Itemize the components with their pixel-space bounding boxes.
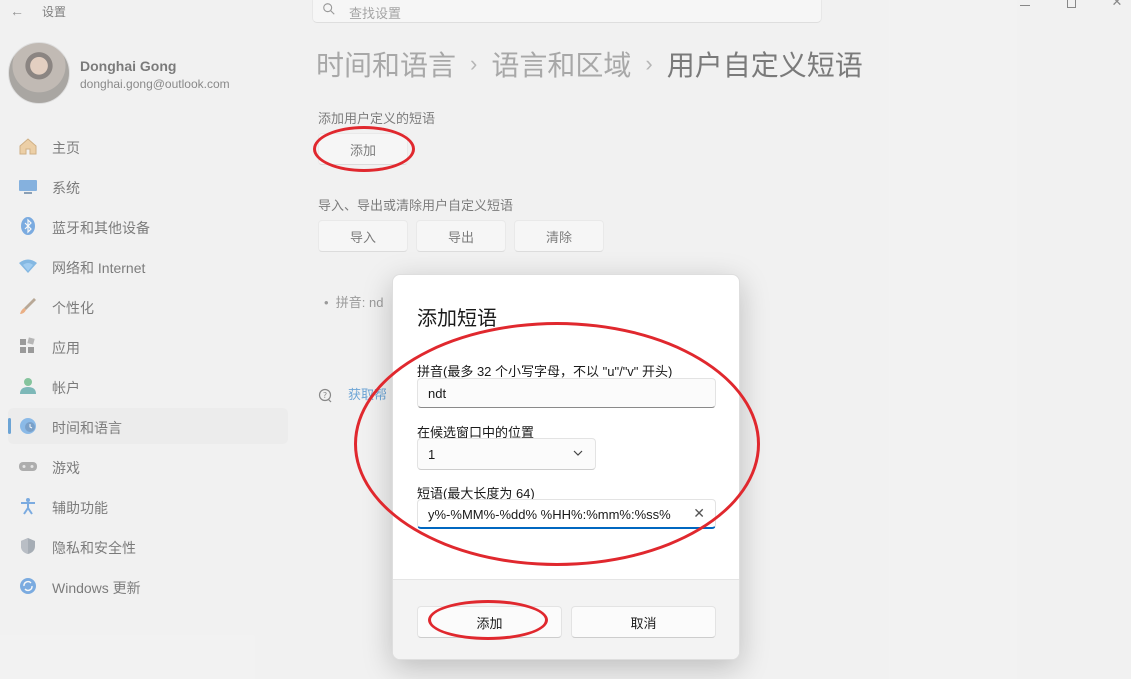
dialog-cancel-button[interactable]: 取消 bbox=[571, 606, 716, 638]
phrase-input[interactable]: y%-%MM%-%dd% %HH%:%mm%:%ss% ✕ bbox=[417, 499, 716, 529]
dialog-add-button[interactable]: 添加 bbox=[417, 606, 562, 638]
phrase-value: y%-%MM%-%dd% %HH%:%mm%:%ss% bbox=[428, 507, 671, 522]
dialog-footer: 添加 取消 bbox=[393, 579, 739, 659]
add-phrase-dialog: 添加短语 拼音(最多 32 个小写字母，不以 "u"/"v" 开头) ndt 在… bbox=[392, 274, 740, 660]
pinyin-input[interactable]: ndt bbox=[417, 378, 716, 408]
dialog-title: 添加短语 bbox=[417, 308, 497, 330]
position-value: 1 bbox=[428, 447, 436, 462]
chevron-down-icon bbox=[573, 450, 583, 456]
clear-input-icon[interactable]: ✕ bbox=[693, 505, 705, 522]
position-select[interactable]: 1 bbox=[417, 438, 596, 470]
